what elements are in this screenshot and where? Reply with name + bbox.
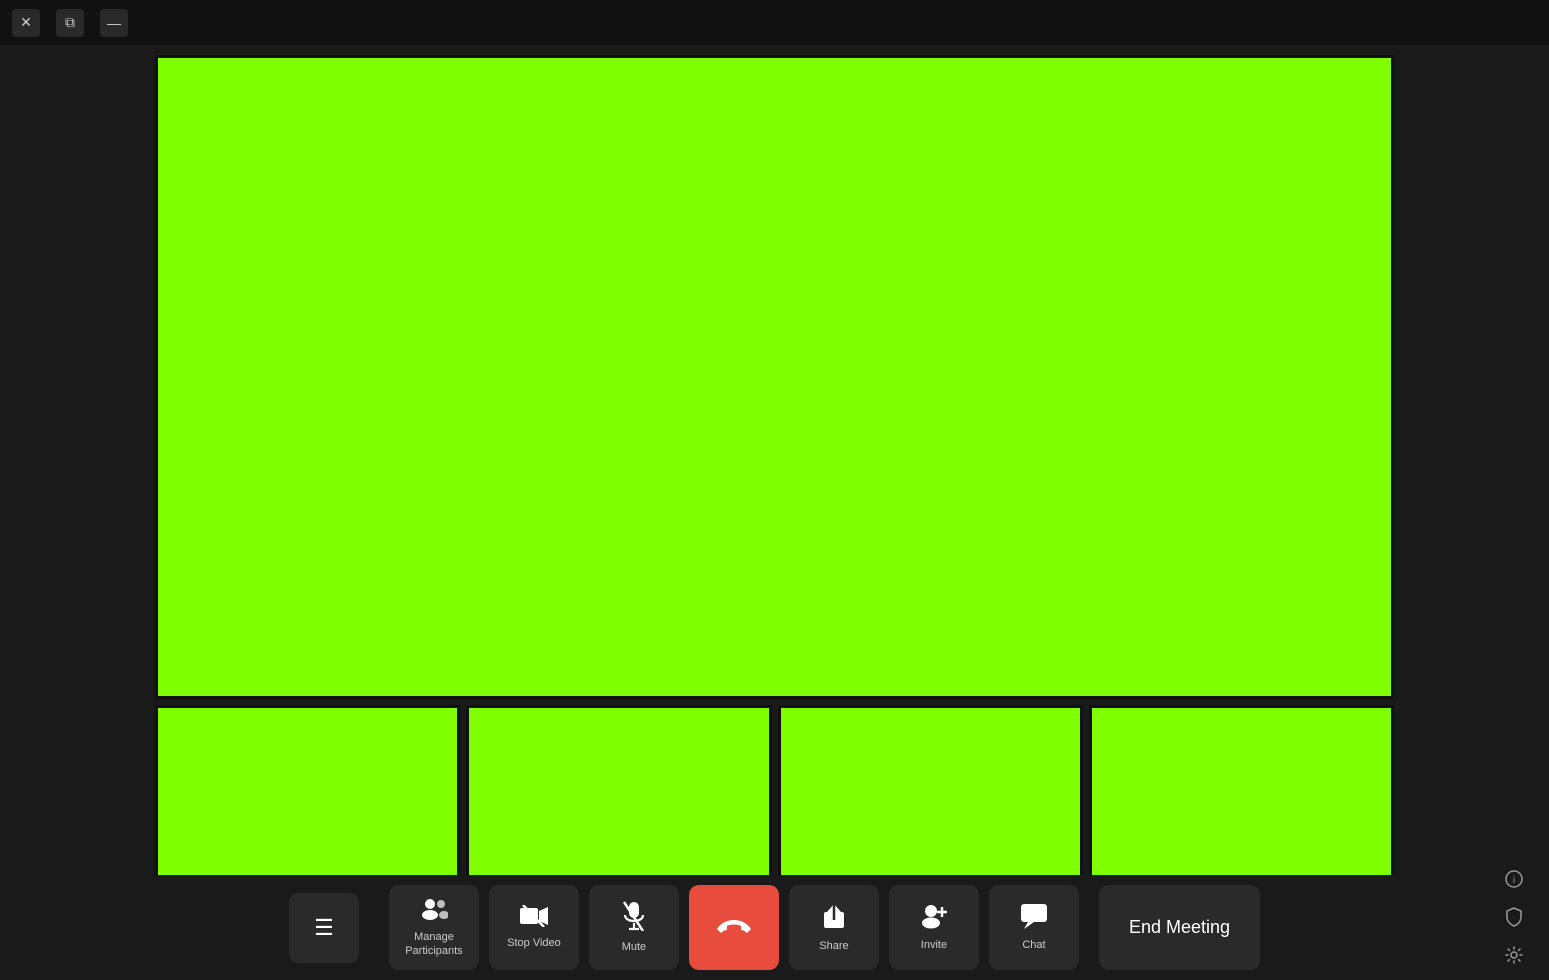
- share-icon: [821, 902, 847, 935]
- end-meeting-button[interactable]: End Meeting: [1099, 885, 1260, 970]
- main-video: [155, 55, 1394, 699]
- end-meeting-label: End Meeting: [1129, 917, 1230, 937]
- participants-icon: [420, 897, 448, 926]
- manage-participants-button[interactable]: Manage Participants: [389, 885, 479, 970]
- video-icon: [519, 905, 549, 932]
- thumbnail-video-1: [155, 705, 460, 885]
- invite-button[interactable]: Invite: [889, 885, 979, 970]
- manage-participants-label: Manage Participants: [389, 931, 479, 957]
- security-button[interactable]: [1499, 902, 1529, 932]
- menu-icon: ☰: [314, 915, 334, 941]
- mute-label: Mute: [622, 941, 646, 954]
- chat-label: Chat: [1022, 939, 1045, 952]
- thumbnail-row: [155, 705, 1394, 885]
- thumbnail-video-2: [466, 705, 771, 885]
- stop-video-button[interactable]: Stop Video: [489, 885, 579, 970]
- invite-label: Invite: [921, 939, 947, 952]
- svg-text:i: i: [1513, 875, 1515, 886]
- settings-button[interactable]: [1499, 940, 1529, 970]
- share-label: Share: [819, 940, 848, 953]
- invite-icon: [920, 903, 948, 934]
- toolbar: ☰ Manage Participants Stop Video: [0, 875, 1549, 980]
- phone-end-icon: [716, 912, 752, 944]
- mute-button[interactable]: Mute: [589, 885, 679, 970]
- minimize-button[interactable]: —: [100, 9, 128, 37]
- chat-icon: [1020, 903, 1048, 934]
- mic-icon: [623, 901, 645, 936]
- info-button[interactable]: i: [1499, 864, 1529, 894]
- share-button[interactable]: Share: [789, 885, 879, 970]
- menu-button[interactable]: ☰: [289, 893, 359, 963]
- title-bar: ✕ ⧉ —: [0, 0, 1549, 45]
- thumbnail-video-3: [778, 705, 1083, 885]
- toolbar-right-icons: i: [1499, 864, 1529, 970]
- close-button[interactable]: ✕: [12, 9, 40, 37]
- stop-video-label: Stop Video: [507, 937, 561, 950]
- end-call-button[interactable]: [689, 885, 779, 970]
- thumbnail-video-4: [1089, 705, 1394, 885]
- video-area: [0, 45, 1549, 895]
- layout-button[interactable]: ⧉: [56, 9, 84, 37]
- chat-button[interactable]: Chat: [989, 885, 1079, 970]
